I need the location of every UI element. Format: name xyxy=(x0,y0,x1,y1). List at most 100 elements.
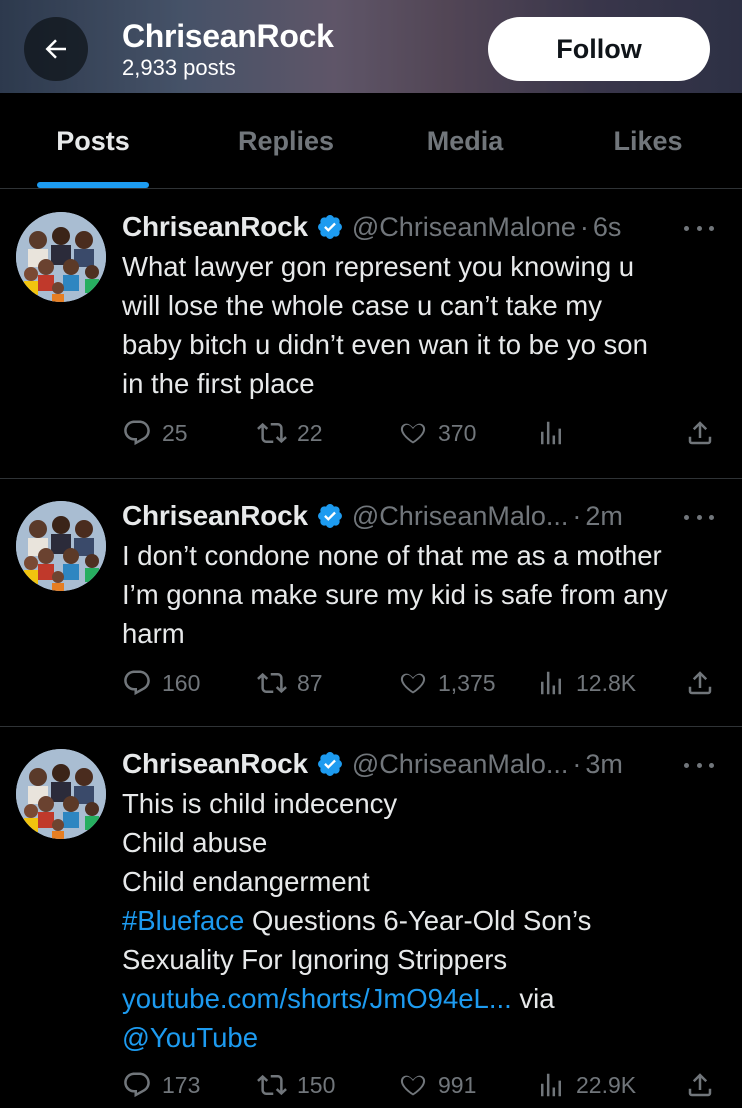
back-button[interactable] xyxy=(24,17,88,81)
tweet-line: Child endangerment xyxy=(122,866,370,897)
views-icon xyxy=(536,668,566,698)
views-button[interactable]: 12.8K xyxy=(536,663,636,703)
tweet-text: This is child indecency Child abuse Chil… xyxy=(122,784,722,1057)
tweet-line: #Blueface Questions 6-Year-Old Son’s xyxy=(122,901,722,940)
tweet-line: What lawyer gon represent you knowing u xyxy=(122,251,635,282)
views-icon xyxy=(536,418,566,448)
separator: · xyxy=(572,500,582,531)
reply-count: 173 xyxy=(162,1071,201,1098)
profile-header: ChriseanRock 2,933 posts Follow xyxy=(0,0,742,93)
verified-badge-icon xyxy=(316,750,344,778)
follow-button[interactable]: Follow xyxy=(488,17,710,81)
tweet-actions: 25 22 370 xyxy=(0,413,742,453)
more-options-icon[interactable] xyxy=(684,760,714,770)
share-icon xyxy=(685,1070,715,1100)
back-arrow-icon xyxy=(45,39,66,59)
post-count: 2,933 posts xyxy=(122,55,236,80)
more-options-icon[interactable] xyxy=(684,223,714,233)
tweet[interactable]: ChriseanRock @ChriseanMalo... · 2m I don… xyxy=(0,479,742,727)
author-name[interactable]: ChriseanRock xyxy=(122,748,308,780)
family-photo-image xyxy=(16,501,106,591)
share-button[interactable] xyxy=(685,1065,715,1105)
repost-count: 22 xyxy=(297,419,323,446)
separator: · xyxy=(579,211,589,242)
share-icon xyxy=(685,418,715,448)
active-tab-indicator xyxy=(37,182,149,188)
tweet-line: youtube.com/shorts/JmO94eL... via xyxy=(122,979,722,1018)
profile-tabs: Posts Replies Media Likes xyxy=(0,93,742,189)
tweet-line-rest: Questions 6-Year-Old Son’s xyxy=(244,905,592,936)
tweet-line: will lose the whole case u can’t take my xyxy=(122,290,602,321)
tweet-line: @YouTube xyxy=(122,1018,722,1057)
share-icon xyxy=(685,668,715,698)
timestamp[interactable]: 6s xyxy=(593,212,622,243)
views-button[interactable]: 22.9K xyxy=(536,1065,636,1105)
tweet-line: This is child indecency xyxy=(122,788,398,819)
profile-name: ChriseanRock xyxy=(122,18,334,54)
like-count: 370 xyxy=(438,419,477,446)
views-button[interactable] xyxy=(536,413,576,453)
author-handle[interactable]: @ChriseanMalo... xyxy=(352,749,569,780)
url-link[interactable]: youtube.com/shorts/JmO94eL... xyxy=(122,983,512,1014)
reply-icon xyxy=(122,418,152,448)
tab-replies[interactable]: Replies xyxy=(186,93,386,189)
tweet-actions: 173 150 991 22.9K xyxy=(0,1065,742,1105)
view-count: 22.9K xyxy=(576,1071,637,1098)
views-icon xyxy=(536,1070,566,1100)
like-icon xyxy=(398,668,428,698)
tab-posts[interactable]: Posts xyxy=(0,93,186,189)
like-icon xyxy=(398,418,428,448)
reply-button[interactable]: 25 xyxy=(122,413,188,453)
like-button[interactable]: 1,375 xyxy=(398,663,496,703)
mention-link[interactable]: @YouTube xyxy=(122,1022,258,1053)
timestamp[interactable]: 2m xyxy=(585,501,623,532)
tweet-line: Child abuse xyxy=(122,827,268,858)
avatar[interactable] xyxy=(16,501,106,591)
author-name[interactable]: ChriseanRock xyxy=(122,211,308,243)
tweet-line: in the first place xyxy=(122,368,315,399)
like-count: 1,375 xyxy=(438,669,496,696)
like-button[interactable]: 370 xyxy=(398,413,476,453)
like-button[interactable]: 991 xyxy=(398,1065,476,1105)
reply-icon xyxy=(122,668,152,698)
author-handle[interactable]: @ChriseanMalone xyxy=(352,212,576,243)
like-icon xyxy=(398,1070,428,1100)
repost-button[interactable]: 22 xyxy=(257,413,323,453)
repost-button[interactable]: 150 xyxy=(257,1065,335,1105)
avatar[interactable] xyxy=(16,749,106,839)
tweet-header: ChriseanRock @ChriseanMalone · 6s xyxy=(122,209,621,245)
repost-count: 87 xyxy=(297,669,323,696)
timestamp[interactable]: 3m xyxy=(585,749,623,780)
tweet-text: What lawyer gon represent you knowing u … xyxy=(122,247,722,403)
repost-icon xyxy=(257,1070,287,1100)
tweet[interactable]: ChriseanRock @ChriseanMalo... · 3m This … xyxy=(0,727,742,1108)
tweet-line: Sexuality For Ignoring Strippers xyxy=(122,944,508,975)
author-name[interactable]: ChriseanRock xyxy=(122,500,308,532)
tab-likes[interactable]: Likes xyxy=(554,93,742,189)
tweet-header: ChriseanRock @ChriseanMalo... · 2m xyxy=(122,498,623,534)
share-button[interactable] xyxy=(685,413,715,453)
repost-count: 150 xyxy=(297,1071,336,1098)
tweet-header: ChriseanRock @ChriseanMalo... · 3m xyxy=(122,746,623,782)
reply-count: 160 xyxy=(162,669,201,696)
family-photo-image xyxy=(16,749,106,839)
avatar[interactable] xyxy=(16,212,106,302)
via-text: via xyxy=(511,983,555,1014)
more-options-icon[interactable] xyxy=(684,512,714,522)
tweet-line: I’m gonna make sure my kid is safe from … xyxy=(122,579,668,610)
hashtag-link[interactable]: #Blueface xyxy=(122,905,244,936)
repost-button[interactable]: 87 xyxy=(257,663,323,703)
reply-button[interactable]: 173 xyxy=(122,1065,200,1105)
family-photo-image xyxy=(16,212,106,302)
tab-media[interactable]: Media xyxy=(386,93,544,189)
separator: · xyxy=(572,748,582,779)
share-button[interactable] xyxy=(685,663,715,703)
tweet-line: baby bitch u didn’t even wan it to be yo… xyxy=(122,329,648,360)
tweet-text: I don’t condone none of that me as a mot… xyxy=(122,536,722,653)
like-count: 991 xyxy=(438,1071,477,1098)
author-handle[interactable]: @ChriseanMalo... xyxy=(352,501,569,532)
verified-badge-icon xyxy=(316,213,344,241)
repost-icon xyxy=(257,668,287,698)
reply-button[interactable]: 160 xyxy=(122,663,200,703)
tweet[interactable]: ChriseanRock @ChriseanMalone · 6s What l… xyxy=(0,190,742,479)
